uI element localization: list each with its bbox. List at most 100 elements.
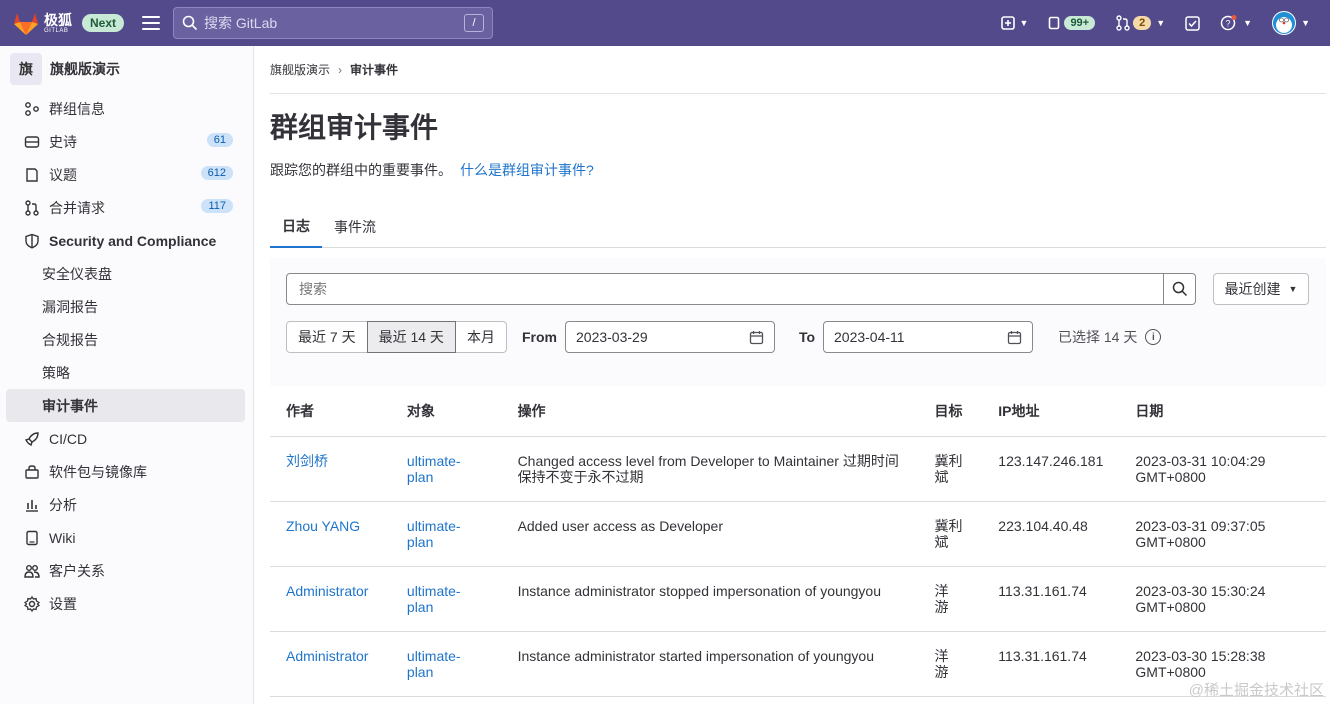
from-date-input[interactable]: 2023-03-29 bbox=[565, 321, 775, 353]
brand-logo[interactable]: 极狐 GITLAB bbox=[12, 10, 72, 36]
sidebar-item-epics[interactable]: 史诗 61 bbox=[6, 125, 245, 158]
user-menu-button[interactable]: ▼ bbox=[1272, 11, 1310, 35]
menu-toggle-icon[interactable] bbox=[142, 16, 161, 30]
action-cell: Instance administrator started impersona… bbox=[501, 631, 919, 697]
info-icon[interactable]: i bbox=[1145, 329, 1162, 345]
sidebar-item-merge-requests[interactable]: 合并请求 117 bbox=[6, 191, 245, 224]
chart-icon bbox=[24, 497, 40, 513]
header-author: 作者 bbox=[270, 386, 391, 437]
range-last-14-days-button[interactable]: 最近 14 天 bbox=[366, 321, 456, 353]
selected-days-text: 已选择 14 天 bbox=[1058, 329, 1138, 345]
sidebar-item-group-info[interactable]: 群组信息 bbox=[6, 92, 245, 125]
count-badge: 117 bbox=[201, 199, 233, 213]
target-cell: 冀利斌 bbox=[918, 436, 983, 502]
next-badge[interactable]: Next bbox=[82, 14, 125, 32]
watermark: @稀土掘金技术社区 bbox=[1188, 682, 1324, 699]
range-this-month-button[interactable]: 本月 bbox=[454, 321, 507, 353]
sidebar-item-label: CI/CD bbox=[49, 430, 88, 447]
sidebar-sub-security-dashboard[interactable]: 安全仪表盘 bbox=[6, 257, 245, 290]
description-text: 跟踪您的群组中的重要事件。 bbox=[270, 162, 452, 178]
table-row: Administrator ultimate-plan Instance adm… bbox=[270, 631, 1326, 697]
sidebar-item-label: 客户关系 bbox=[49, 562, 105, 579]
sidebar-item-security-compliance[interactable]: Security and Compliance bbox=[6, 224, 245, 257]
search-button[interactable] bbox=[1163, 274, 1195, 304]
create-new-button[interactable]: ▼ bbox=[1000, 16, 1028, 30]
sidebar-sub-audit-events[interactable]: 审计事件 bbox=[6, 389, 245, 422]
date-cell: 2023-03-31 10:04:29 GMT+0800 bbox=[1119, 436, 1326, 502]
users-icon bbox=[24, 563, 40, 579]
to-date-value: 2023-04-11 bbox=[834, 329, 905, 345]
header-ip: IP地址 bbox=[982, 386, 1120, 437]
gear-icon bbox=[24, 595, 40, 612]
sort-dropdown[interactable]: 最近创建 ▼ bbox=[1213, 273, 1309, 305]
issues-icon bbox=[1049, 16, 1060, 30]
package-icon bbox=[24, 464, 40, 480]
calendar-icon bbox=[1007, 330, 1022, 344]
date-cell: 2023-03-30 15:30:24 GMT+0800 bbox=[1119, 566, 1326, 632]
mr-count-badge: 2 bbox=[1133, 16, 1152, 30]
breadcrumb-separator: › bbox=[338, 62, 343, 77]
author-link[interactable]: Zhou YANG bbox=[286, 518, 360, 534]
help-button[interactable]: ? ▼ bbox=[1220, 15, 1252, 31]
sidebar-item-wiki[interactable]: Wiki bbox=[6, 521, 245, 554]
group-avatar: 旗 bbox=[10, 53, 42, 85]
audit-events-table: 作者 对象 操作 目标 IP地址 日期 刘剑桥 ultimate-plan Ch… bbox=[270, 386, 1326, 697]
ip-cell: 113.31.161.74 bbox=[982, 566, 1120, 632]
breadcrumb: 旗舰版演示 › 审计事件 bbox=[270, 46, 1326, 94]
search-shortcut-key: / bbox=[464, 14, 484, 32]
audit-search-input[interactable] bbox=[287, 274, 1163, 304]
action-cell: Changed access level from Developer to M… bbox=[501, 436, 919, 502]
breadcrumb-parent-link[interactable]: 旗舰版演示 bbox=[270, 61, 330, 78]
sidebar-item-analytics[interactable]: 分析 bbox=[6, 488, 245, 521]
table-row: 刘剑桥 ultimate-plan Changed access level f… bbox=[270, 436, 1326, 502]
header-object: 对象 bbox=[390, 386, 502, 437]
search-icon bbox=[182, 15, 198, 31]
sidebar-group-header[interactable]: 旗 旗舰版演示 bbox=[0, 46, 253, 92]
help-link[interactable]: 什么是群组审计事件? bbox=[460, 162, 594, 178]
global-search-input[interactable]: 搜索 GitLab / bbox=[173, 7, 493, 39]
tab-event-streams[interactable]: 事件流 bbox=[322, 206, 388, 248]
tab-log[interactable]: 日志 bbox=[270, 206, 322, 248]
count-badge: 61 bbox=[206, 133, 233, 147]
sidebar-item-label: 议题 bbox=[49, 166, 77, 183]
chevron-down-icon: ▼ bbox=[1243, 18, 1253, 28]
action-cell: Added user access as Developer bbox=[501, 501, 919, 567]
page-title: 群组审计事件 bbox=[270, 112, 439, 143]
brand-subtitle: GITLAB bbox=[44, 27, 69, 34]
plus-square-icon bbox=[1000, 16, 1015, 30]
selected-days-summary: 已选择 14 天 i bbox=[1058, 321, 1162, 353]
action-cell: Instance administrator stopped impersona… bbox=[501, 566, 919, 632]
object-link[interactable]: ultimate-plan bbox=[407, 583, 461, 615]
merge-requests-button[interactable]: 2 ▼ bbox=[1115, 15, 1165, 31]
calendar-icon bbox=[749, 330, 764, 344]
range-last-7-days-button[interactable]: 最近 7 天 bbox=[286, 321, 368, 353]
sidebar: 旗 旗舰版演示 群组信息 史诗 61 议题 612 合并请求 117 Secur… bbox=[0, 46, 254, 704]
issues-button[interactable]: 99+ bbox=[1048, 16, 1096, 30]
object-link[interactable]: ultimate-plan bbox=[407, 648, 461, 680]
sidebar-sub-vulnerability-report[interactable]: 漏洞报告 bbox=[6, 290, 245, 323]
sidebar-item-settings[interactable]: 设置 bbox=[6, 587, 245, 620]
svg-text:?: ? bbox=[1226, 19, 1231, 29]
sidebar-item-issues[interactable]: 议题 612 bbox=[6, 158, 245, 191]
sidebar-item-packages[interactable]: 软件包与镜像库 bbox=[6, 455, 245, 488]
todo-check-icon bbox=[1185, 15, 1200, 31]
sidebar-item-label: 分析 bbox=[49, 496, 77, 513]
todos-button[interactable] bbox=[1185, 15, 1200, 31]
filter-panel: 最近创建 ▼ 最近 7 天 最近 14 天 本月 From 2023-03-29… bbox=[270, 258, 1326, 386]
object-link[interactable]: ultimate-plan bbox=[407, 518, 461, 550]
date-cell: 2023-03-31 09:37:05 GMT+0800 bbox=[1119, 501, 1326, 567]
ip-cell: 123.147.246.181 bbox=[982, 436, 1120, 502]
author-link[interactable]: Administrator bbox=[286, 583, 368, 599]
author-link[interactable]: Administrator bbox=[286, 648, 368, 664]
object-link[interactable]: ultimate-plan bbox=[407, 453, 461, 485]
sidebar-item-crm[interactable]: 客户关系 bbox=[6, 554, 245, 587]
sidebar-sub-policies[interactable]: 策略 bbox=[6, 356, 245, 389]
to-date-input[interactable]: 2023-04-11 bbox=[823, 321, 1033, 353]
sidebar-sub-compliance-report[interactable]: 合规报告 bbox=[6, 323, 245, 356]
from-label: From bbox=[522, 329, 557, 345]
to-label: To bbox=[799, 329, 816, 345]
table-row: Zhou YANG ultimate-plan Added user acces… bbox=[270, 501, 1326, 567]
author-link[interactable]: 刘剑桥 bbox=[286, 453, 328, 469]
chevron-down-icon: ▼ bbox=[1301, 18, 1310, 28]
sidebar-item-cicd[interactable]: CI/CD bbox=[6, 422, 245, 455]
